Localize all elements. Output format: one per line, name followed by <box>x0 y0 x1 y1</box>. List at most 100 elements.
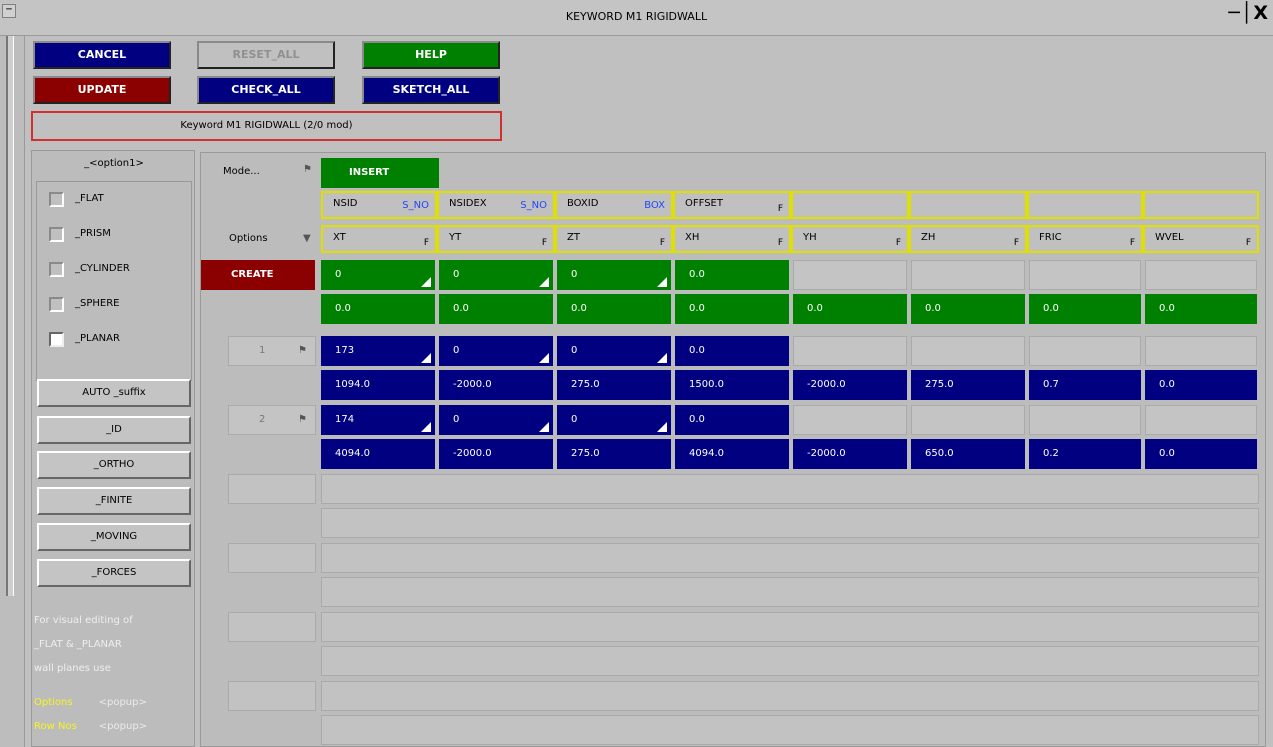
default-cell[interactable]: 0.0 <box>675 294 789 324</box>
header-empty-3 <box>1027 191 1143 219</box>
empty-cell <box>911 336 1025 366</box>
data-cell[interactable]: 0 <box>557 405 671 435</box>
default-cell[interactable]: 0 <box>557 260 671 290</box>
data-cell[interactable]: 275.0 <box>557 370 671 400</box>
dropdown-corner-icon[interactable] <box>657 277 667 287</box>
data-cell[interactable]: 174 <box>321 405 435 435</box>
sphere-checkbox[interactable] <box>49 297 64 312</box>
header-boxid: BOXID BOX <box>555 191 673 219</box>
check-all-button[interactable]: CHECK_ALL <box>197 76 335 104</box>
data-cell[interactable]: 275.0 <box>557 439 671 469</box>
dropdown-corner-icon[interactable] <box>421 353 431 363</box>
row-number-2[interactable]: 2 ⚑ <box>228 405 316 435</box>
data-cell[interactable]: 0.0 <box>1145 439 1257 469</box>
empty-row <box>321 508 1259 538</box>
option1-heading[interactable]: _<option1> <box>32 158 196 169</box>
finite-button[interactable]: _FINITE <box>37 487 191 515</box>
header-empty-1 <box>791 191 909 219</box>
dropdown-corner-icon[interactable] <box>421 422 431 432</box>
data-cell[interactable]: 1500.0 <box>675 370 789 400</box>
header-nsidex: NSIDEX S_NO <box>437 191 555 219</box>
header-zt: ZT F <box>555 225 673 253</box>
data-cell[interactable]: 0 <box>439 405 553 435</box>
data-cell[interactable]: -2000.0 <box>439 370 553 400</box>
data-cell[interactable]: 1094.0 <box>321 370 435 400</box>
dropdown-corner-icon[interactable] <box>657 353 667 363</box>
data-cell[interactable]: 0.0 <box>1145 370 1257 400</box>
empty-row <box>321 681 1259 711</box>
default-cell[interactable]: 0.0 <box>911 294 1025 324</box>
auto-suffix-button[interactable]: AUTO _suffix <box>37 379 191 407</box>
data-cell[interactable]: 0.2 <box>1029 439 1141 469</box>
create-button[interactable]: CREATE <box>201 260 315 290</box>
default-cell[interactable]: 0.0 <box>1029 294 1141 324</box>
empty-row-number <box>228 543 316 573</box>
prism-checkbox[interactable] <box>49 227 64 242</box>
options-flag-icon[interactable]: ▼ <box>303 233 311 244</box>
default-cell[interactable]: 0.0 <box>321 294 435 324</box>
default-cell[interactable]: 0.0 <box>557 294 671 324</box>
left-scrollbar[interactable] <box>6 36 14 596</box>
data-cell[interactable]: 275.0 <box>911 370 1025 400</box>
header-empty-2 <box>909 191 1027 219</box>
row-flag-icon[interactable]: ⚑ <box>298 337 307 365</box>
id-button[interactable]: _ID <box>37 416 191 444</box>
data-cell[interactable]: 4094.0 <box>321 439 435 469</box>
dropdown-corner-icon[interactable] <box>539 277 549 287</box>
moving-button[interactable]: _MOVING <box>37 523 191 551</box>
dropdown-corner-icon[interactable] <box>657 422 667 432</box>
data-cell[interactable]: 0 <box>439 336 553 366</box>
window-title: KEYWORD M1 RIGIDWALL <box>565 10 708 23</box>
dropdown-corner-icon[interactable] <box>539 353 549 363</box>
data-cell[interactable]: -2000.0 <box>793 370 907 400</box>
dropdown-corner-icon[interactable] <box>421 277 431 287</box>
dropdown-corner-icon[interactable] <box>539 422 549 432</box>
data-cell[interactable]: 0 <box>557 336 671 366</box>
default-cell[interactable]: 0.0 <box>793 294 907 324</box>
options-label: Options <box>229 233 268 244</box>
mode-label: Mode... <box>223 166 260 177</box>
empty-cell <box>793 336 907 366</box>
data-cell[interactable]: 4094.0 <box>675 439 789 469</box>
header-offset: OFFSET F <box>673 191 791 219</box>
default-cell[interactable]: 0 <box>439 260 553 290</box>
data-cell[interactable]: -2000.0 <box>439 439 553 469</box>
data-cell[interactable]: -2000.0 <box>793 439 907 469</box>
flat-checkbox[interactable] <box>49 192 64 207</box>
empty-cell <box>911 405 1025 435</box>
data-cell[interactable]: 0.0 <box>675 405 789 435</box>
mode-flag-icon[interactable]: ⚑ <box>303 164 312 175</box>
window-controls[interactable]: ─│X <box>1228 2 1269 24</box>
default-cell[interactable]: 0.0 <box>439 294 553 324</box>
empty-row-number <box>228 681 316 711</box>
empty-cell <box>1145 336 1257 366</box>
default-cell[interactable]: 0.0 <box>1145 294 1257 324</box>
cylinder-checkbox[interactable] <box>49 262 64 277</box>
reset-all-button[interactable]: RESET_ALL <box>197 41 335 69</box>
data-cell[interactable]: 0.7 <box>1029 370 1141 400</box>
data-cell[interactable]: 650.0 <box>911 439 1025 469</box>
empty-cell <box>911 260 1025 290</box>
edit-note: For visual editing of _FLAT & _PLANAR wa… <box>34 615 133 674</box>
forces-button[interactable]: _FORCES <box>37 559 191 587</box>
empty-cell <box>1029 260 1141 290</box>
data-cell[interactable]: 0.0 <box>675 336 789 366</box>
update-button[interactable]: UPDATE <box>33 76 171 104</box>
cancel-button[interactable]: CANCEL <box>33 41 171 69</box>
empty-row <box>321 646 1259 676</box>
planar-checkbox[interactable] <box>49 332 64 347</box>
ortho-button[interactable]: _ORTHO <box>37 451 191 479</box>
header-yh: YH F <box>791 225 909 253</box>
mode-insert-button[interactable]: INSERT <box>321 158 439 188</box>
default-cell[interactable]: 0.0 <box>675 260 789 290</box>
empty-row <box>321 715 1259 745</box>
data-cell[interactable]: 173 <box>321 336 435 366</box>
status-box: Keyword M1 RIGIDWALL (2/0 mod) <box>31 111 502 141</box>
empty-row <box>321 577 1259 607</box>
help-button[interactable]: HELP <box>362 41 500 69</box>
sketch-all-button[interactable]: SKETCH_ALL <box>362 76 500 104</box>
default-cell[interactable]: 0 <box>321 260 435 290</box>
row-number-1[interactable]: 1 ⚑ <box>228 336 316 366</box>
row-flag-icon[interactable]: ⚑ <box>298 406 307 434</box>
empty-row-number <box>228 612 316 642</box>
